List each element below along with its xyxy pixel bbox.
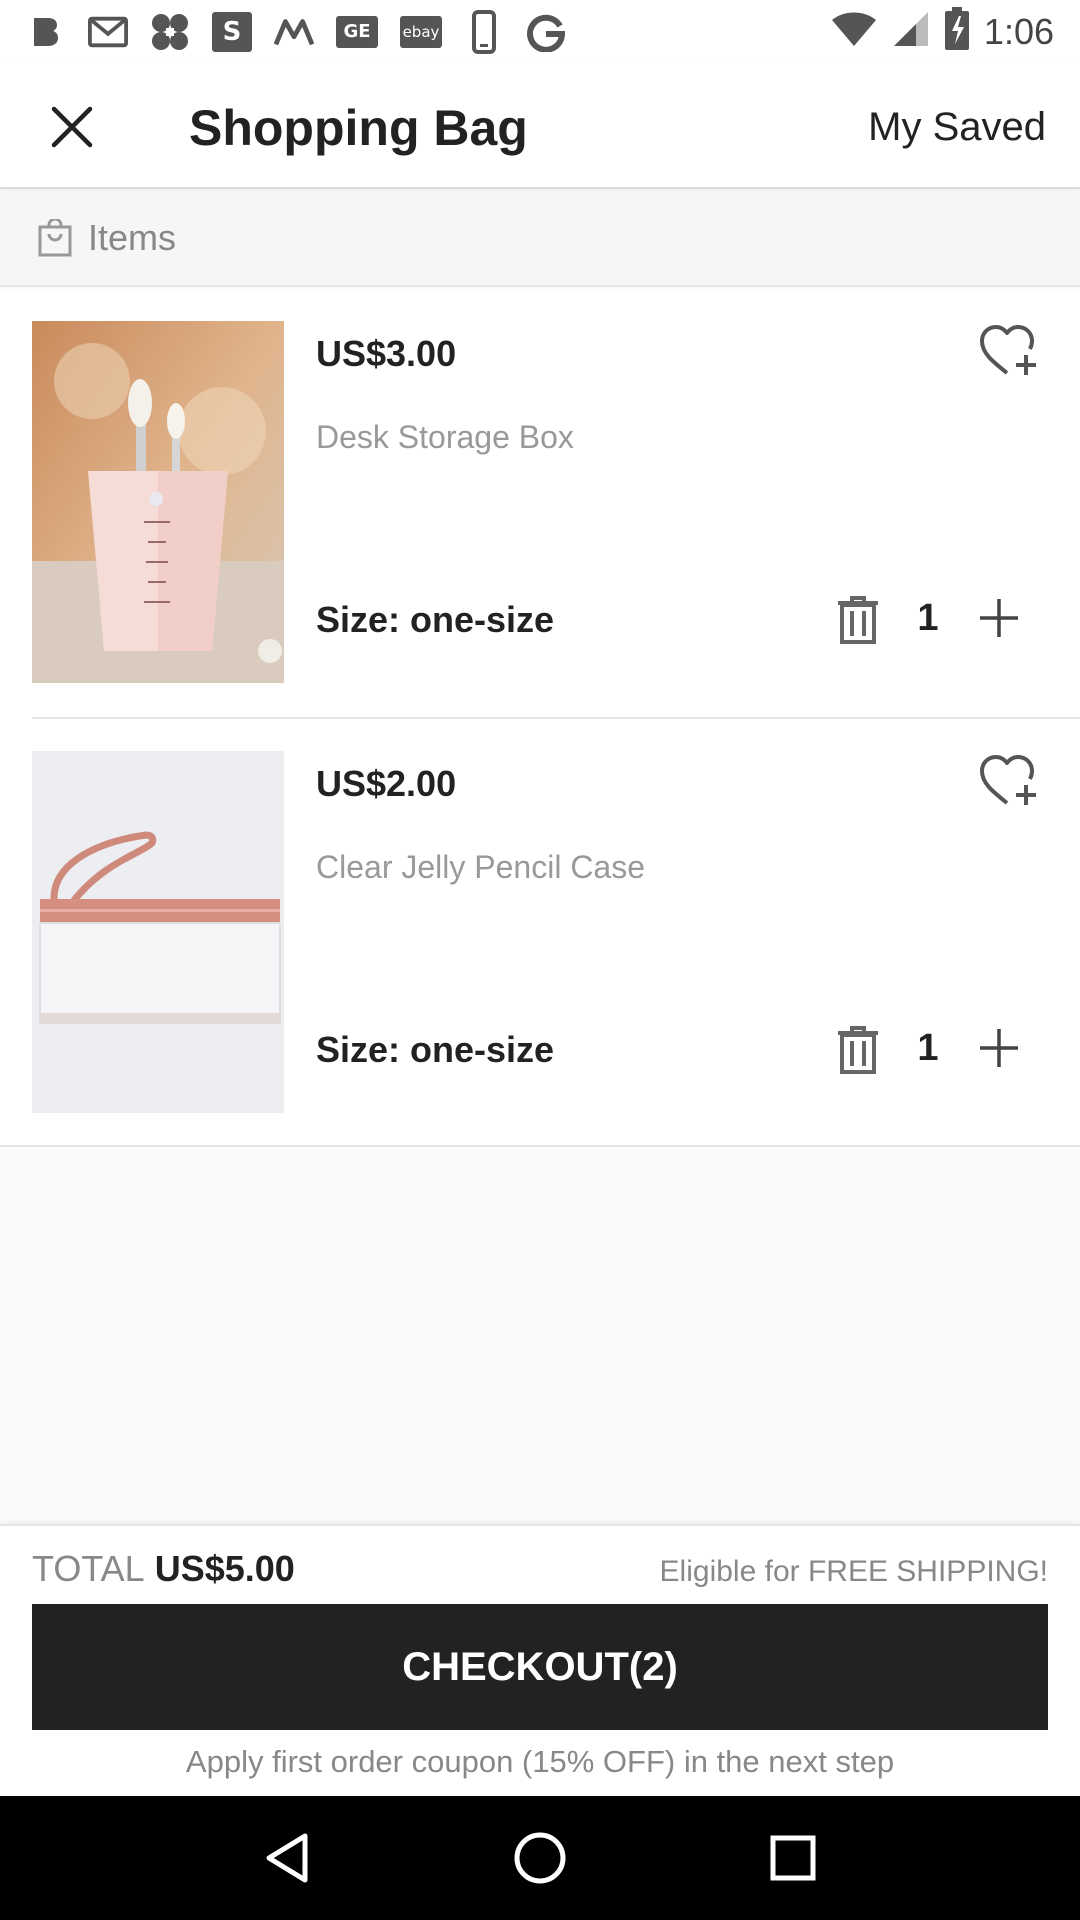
total-row: TOTAL US$5.00 Eligible for FREE SHIPPING!	[32, 1548, 1048, 1590]
plus-icon	[980, 599, 1018, 637]
signal-icon	[892, 10, 930, 53]
free-shipping-note: Eligible for FREE SHIPPING!	[659, 1555, 1048, 1588]
clock: 1:06	[983, 10, 1054, 52]
s-icon: S	[212, 11, 252, 52]
product-size: Size: one-size	[316, 1029, 555, 1070]
close-button[interactable]	[40, 95, 104, 159]
heart-plus-icon	[980, 755, 1036, 805]
product-item-body: US$3.00 Desk Storage Box Size: one-size	[0, 289, 1080, 717]
app-header: Shopping Bag My Saved	[0, 63, 1080, 189]
back-icon	[266, 1833, 308, 1883]
notification-icons: S GE ebay	[26, 9, 566, 54]
m-icon	[274, 12, 314, 52]
product-list: US$3.00 Desk Storage Box Size: one-size	[0, 289, 1080, 1147]
home-button[interactable]	[510, 1828, 570, 1888]
plus-icon	[980, 1029, 1018, 1067]
trash-icon	[838, 596, 878, 644]
battery-icon	[944, 7, 970, 56]
g-icon	[526, 12, 566, 52]
page-title: Shopping Bag	[189, 100, 528, 156]
wifi-icon	[830, 10, 878, 53]
product-price: US$3.00	[316, 333, 457, 374]
product-item: US$3.00 Desk Storage Box Size: one-size	[0, 289, 1080, 717]
phone-icon	[464, 9, 504, 54]
b-icon	[26, 12, 66, 52]
system-nav-bar	[0, 1796, 1080, 1920]
trash-icon	[838, 1026, 878, 1074]
checkout-footer: TOTAL US$5.00 Eligible for FREE SHIPPING!…	[0, 1524, 1080, 1796]
total-block: TOTAL US$5.00	[32, 1548, 295, 1590]
delete-button[interactable]	[836, 1025, 880, 1075]
product-size: Size: one-size	[316, 599, 555, 640]
items-label: Items	[88, 217, 177, 258]
product-image-clear-jelly-pencil-case[interactable]	[32, 751, 284, 1113]
product-item-body: US$2.00 Clear Jelly Pencil Case Size: on…	[0, 719, 1080, 1147]
my-saved-link[interactable]: My Saved	[868, 105, 1046, 150]
bag-icon	[38, 219, 72, 257]
heart-plus-icon	[980, 325, 1036, 375]
close-icon	[51, 106, 93, 148]
recents-icon	[770, 1835, 816, 1881]
recents-button[interactable]	[763, 1828, 823, 1888]
product-name[interactable]: Desk Storage Box	[316, 419, 574, 456]
ebay-icon: ebay	[400, 15, 442, 48]
product-item: US$2.00 Clear Jelly Pencil Case Size: on…	[32, 717, 1080, 1145]
save-to-wishlist-button[interactable]	[978, 323, 1040, 379]
status-bar: S GE ebay 1:06	[0, 0, 1080, 63]
ge-icon: GE	[336, 15, 378, 48]
quantity-value: 1	[917, 1027, 939, 1069]
system-status: 1:06	[830, 7, 1054, 56]
coupon-note: Apply first order coupon (15% OFF) in th…	[185, 1744, 895, 1779]
gmail-icon	[88, 12, 128, 52]
total-value: US$5.00	[154, 1548, 295, 1589]
checkout-button[interactable]: CHECKOUT(2)	[32, 1604, 1048, 1730]
increase-quantity-button[interactable]	[976, 1025, 1022, 1071]
save-to-wishlist-button[interactable]	[978, 753, 1040, 809]
product-name[interactable]: Clear Jelly Pencil Case	[316, 849, 645, 886]
quantity-value: 1	[917, 597, 939, 639]
product-image-desk-storage-box[interactable]	[32, 321, 284, 683]
product-price: US$2.00	[316, 763, 457, 804]
increase-quantity-button[interactable]	[976, 595, 1022, 641]
delete-button[interactable]	[836, 595, 880, 645]
app-icon	[150, 12, 190, 52]
items-section-header: Items	[0, 191, 1080, 287]
home-icon	[514, 1832, 566, 1884]
back-button[interactable]	[257, 1828, 317, 1888]
screen: S GE ebay 1:06 Shopping Bag My Saved Ite…	[0, 0, 1080, 1920]
total-label: TOTAL	[32, 1548, 145, 1589]
